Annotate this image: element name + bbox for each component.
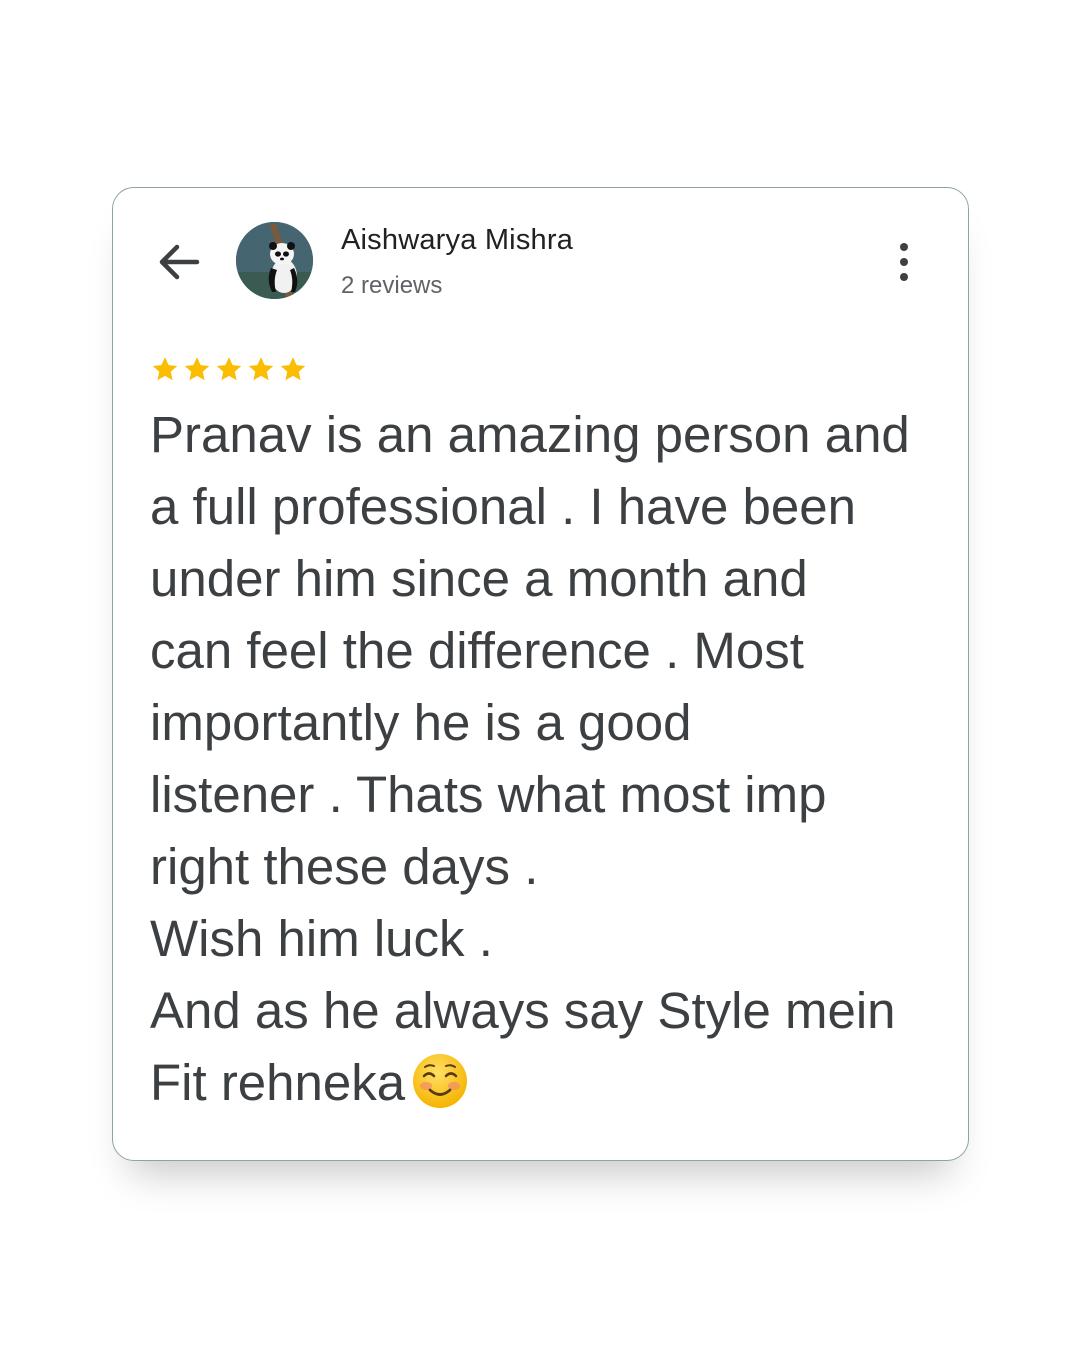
reviewer-name[interactable]: Aishwarya Mishra	[341, 224, 573, 257]
star-icon	[280, 357, 306, 381]
review-line: Pranav is an amazing person and	[150, 406, 910, 463]
avatar[interactable]	[236, 222, 313, 299]
star-icon	[216, 357, 242, 381]
review-line: right these days .	[150, 838, 539, 895]
review-line: a full professional . I have been	[150, 478, 856, 535]
review-line: can feel the difference . Most	[150, 622, 804, 679]
review-line-text: Fit rehneka	[150, 1054, 406, 1111]
star-rating	[149, 354, 309, 384]
review-line: And as he always say Style mein	[150, 982, 896, 1039]
review-line: listener . Thats what most imp	[150, 766, 827, 823]
review-line: importantly he is a good	[150, 694, 692, 751]
review-line: Wish him luck .	[150, 910, 493, 967]
review-line: under him since a month and	[150, 550, 808, 607]
review-count: 2 reviews	[341, 272, 443, 299]
more-options-button[interactable]	[889, 238, 919, 286]
more-vertical-icon	[900, 243, 908, 281]
star-icon	[248, 357, 274, 381]
review-line: Fit rehneka	[150, 1047, 950, 1119]
review-text: Pranav is an amazing person and a full pr…	[150, 399, 950, 1119]
smiling-face-emoji-icon	[413, 1054, 468, 1108]
panda-avatar-icon	[236, 222, 313, 299]
star-icon	[152, 357, 178, 381]
back-button[interactable]	[153, 238, 205, 286]
star-icon	[184, 357, 210, 381]
arrow-left-icon	[159, 244, 200, 280]
review-card: Aishwarya Mishra 2 reviews Pranav is an …	[112, 187, 969, 1161]
